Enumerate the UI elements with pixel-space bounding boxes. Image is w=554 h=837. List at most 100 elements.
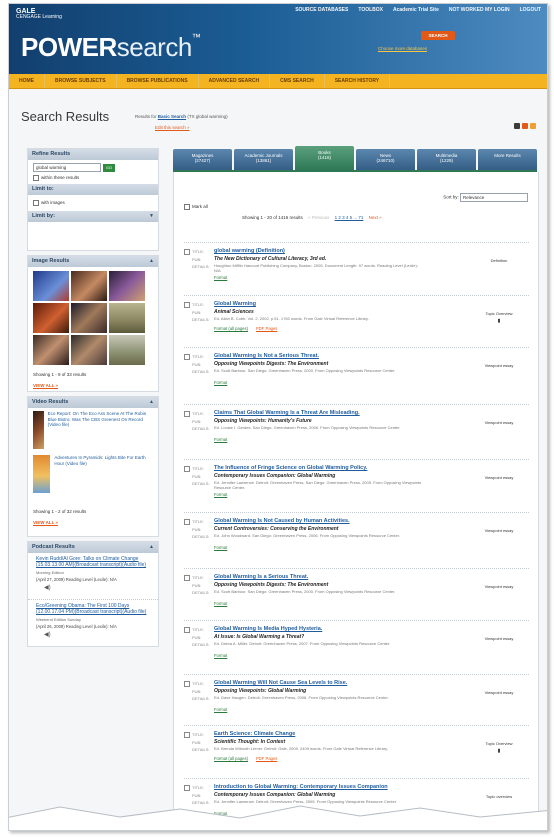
format-link[interactable]: Format: [214, 492, 227, 497]
tab-academic-journals[interactable]: Academic Journals (13861): [234, 149, 293, 170]
tab-books[interactable]: Books (1416): [295, 146, 354, 170]
nav-home[interactable]: HOME: [9, 74, 45, 88]
format-link[interactable]: Format: [214, 545, 227, 550]
format-link[interactable]: Format: [214, 437, 227, 442]
page-links[interactable]: 1 2 3 4 5 ... 71: [335, 215, 364, 220]
image-thumbnail[interactable]: [109, 303, 145, 333]
with-images-checkbox[interactable]: [33, 200, 39, 206]
format-link[interactable]: Format (all pages): [214, 756, 248, 761]
result-checkbox[interactable]: [184, 249, 190, 255]
video-title-link[interactable]: Eco Report: On The Eco Ass Scene At The …: [48, 411, 153, 449]
video-thumbnail[interactable]: [33, 455, 51, 493]
image-results-header[interactable]: Image Results ▲: [28, 256, 158, 267]
refine-row: global warming GO: [28, 160, 158, 175]
top-link-toolbox[interactable]: TOOLBOX: [358, 7, 383, 13]
podcast-title-link[interactable]: Eco/Greening Obama: The First 100 Days (…: [36, 603, 150, 615]
video-title-link[interactable]: Adventures In Pyramids: Lights Bite For …: [54, 455, 153, 493]
result-checkbox[interactable]: [184, 302, 190, 308]
nav-advanced-search[interactable]: ADVANCED SEARCH: [199, 74, 271, 88]
email-icon[interactable]: [522, 123, 528, 129]
top-link-site[interactable]: Academic Trial Site: [393, 7, 439, 13]
result-checkbox[interactable]: [184, 354, 190, 360]
nav-cms-search[interactable]: CMS SEARCH: [270, 74, 325, 88]
rss-icon[interactable]: [530, 123, 536, 129]
podcast-results-header[interactable]: Podcast Results ▲: [28, 542, 158, 553]
image-thumbnail[interactable]: [109, 271, 145, 301]
with-images-label: with images: [41, 200, 65, 206]
print-icon[interactable]: [514, 123, 520, 129]
format-link[interactable]: Format: [214, 601, 227, 606]
result-title-link[interactable]: Introduction to Global Warming: Contempo…: [214, 784, 388, 790]
image-thumbnail[interactable]: [71, 271, 107, 301]
pdf-pages-link[interactable]: PDF Pages: [256, 326, 277, 331]
result-content-type: Viewpoint essay: [469, 475, 529, 480]
podcast-title-link[interactable]: Kevin Rudd/Al Gore: Talks on Climate Cha…: [36, 556, 150, 568]
format-link[interactable]: Format (all pages): [214, 326, 248, 331]
result-title-link[interactable]: Global Warming Is a Serious Threat.: [214, 574, 308, 580]
tab-multimedia[interactable]: Multimedia (1229): [417, 149, 476, 170]
powersearch-logo[interactable]: POWERsearch™: [21, 32, 201, 63]
result-publication: Opposing Viewpoints: Humanity's Future: [214, 418, 312, 424]
sort-select[interactable]: Relevance: [460, 193, 528, 202]
nav-browse-subjects[interactable]: BROWSE SUBJECTS: [45, 74, 117, 88]
result-checkbox[interactable]: [184, 681, 190, 687]
result-title-link[interactable]: The Influence of Fringe Science on Globa…: [214, 465, 367, 471]
within-results-checkbox[interactable]: [33, 175, 39, 181]
title-label: TITLE:: [192, 466, 205, 471]
tab-magazines[interactable]: Magazines (27427): [173, 149, 232, 170]
speaker-icon[interactable]: ◀): [44, 631, 150, 638]
nav-search-history[interactable]: SEARCH HISTORY: [325, 74, 391, 88]
pdf-pages-link[interactable]: PDF Pages: [256, 756, 277, 761]
content-type-tabs: Magazines (27427) Academic Journals (13861…: [173, 146, 537, 170]
image-thumbnail[interactable]: [33, 271, 69, 301]
new-search-button[interactable]: SEARCH: [421, 31, 455, 40]
image-view-all-link[interactable]: VIEW ALL »: [33, 383, 58, 388]
result-title-link[interactable]: Global Warming Is Media Hyped Hysteria.: [214, 626, 322, 632]
previous-link[interactable]: « Previous: [308, 215, 329, 220]
image-thumbnail[interactable]: [33, 335, 69, 365]
top-link-source-databases[interactable]: SOURCE DATABASES: [295, 7, 348, 13]
refine-input[interactable]: global warming: [33, 163, 101, 172]
format-link[interactable]: Format: [214, 707, 227, 712]
result-title-link[interactable]: global warming (Definition): [214, 248, 285, 254]
result-row: TITLE: PUB: DETAILS: The Influence of Fring…: [184, 459, 529, 513]
result-details: Ed. Allan B. Cobb. Vol. 2. 2002. p.51. 1…: [214, 316, 369, 321]
refine-go-button[interactable]: GO: [103, 163, 115, 172]
choose-databases-link[interactable]: Choose more databases: [378, 46, 427, 51]
format-link[interactable]: Format: [214, 275, 227, 280]
result-checkbox[interactable]: [184, 519, 190, 525]
speaker-icon[interactable]: ◀): [44, 584, 150, 591]
image-thumbnail[interactable]: [109, 335, 145, 365]
result-checkbox[interactable]: [184, 785, 190, 791]
nav-browse-publications[interactable]: BROWSE PUBLICATIONS: [117, 74, 199, 88]
video-thumbnail[interactable]: [33, 411, 44, 449]
search-type-link[interactable]: Basic Search: [158, 114, 186, 119]
result-checkbox[interactable]: [184, 732, 190, 738]
image-thumbnail[interactable]: [71, 335, 107, 365]
result-title-link[interactable]: Claims That Global Warming Is a Threat A…: [214, 410, 360, 416]
top-link-login[interactable]: NOT WORKED MY LOGIN: [449, 7, 510, 13]
gale-brand[interactable]: GALE CENGAGE Learning: [16, 8, 62, 20]
result-title-link[interactable]: Global Warming Is Not Caused by Human Ac…: [214, 518, 350, 524]
edit-search-link[interactable]: Edit this search »: [155, 125, 190, 130]
mark-all-checkbox[interactable]: [184, 204, 190, 210]
limit-by-header[interactable]: Limit by: ▼: [28, 211, 158, 222]
image-thumbnail[interactable]: [71, 303, 107, 333]
result-checkbox[interactable]: [184, 411, 190, 417]
video-view-all-link[interactable]: VIEW ALL »: [33, 520, 58, 525]
tab-more-results[interactable]: More Results: [478, 149, 537, 170]
top-link-logout[interactable]: LOGOUT: [520, 7, 541, 13]
result-title-link[interactable]: Global Warming Will Not Cause Sea Levels…: [214, 680, 347, 686]
next-link[interactable]: Next »: [369, 215, 382, 220]
result-title-link[interactable]: Global Warming Is Not a Serious Threat.: [214, 353, 319, 359]
result-title-link[interactable]: Global Warming: [214, 301, 256, 307]
result-checkbox[interactable]: [184, 575, 190, 581]
image-thumbnail[interactable]: [33, 303, 69, 333]
format-link[interactable]: Format: [214, 653, 227, 658]
tab-news[interactable]: News (246710): [356, 149, 415, 170]
format-link[interactable]: Format: [214, 380, 227, 385]
result-title-link[interactable]: Earth Science: Climate Change: [214, 731, 295, 737]
result-checkbox[interactable]: [184, 466, 190, 472]
result-checkbox[interactable]: [184, 627, 190, 633]
video-results-header[interactable]: Video Results ▲: [28, 397, 158, 408]
